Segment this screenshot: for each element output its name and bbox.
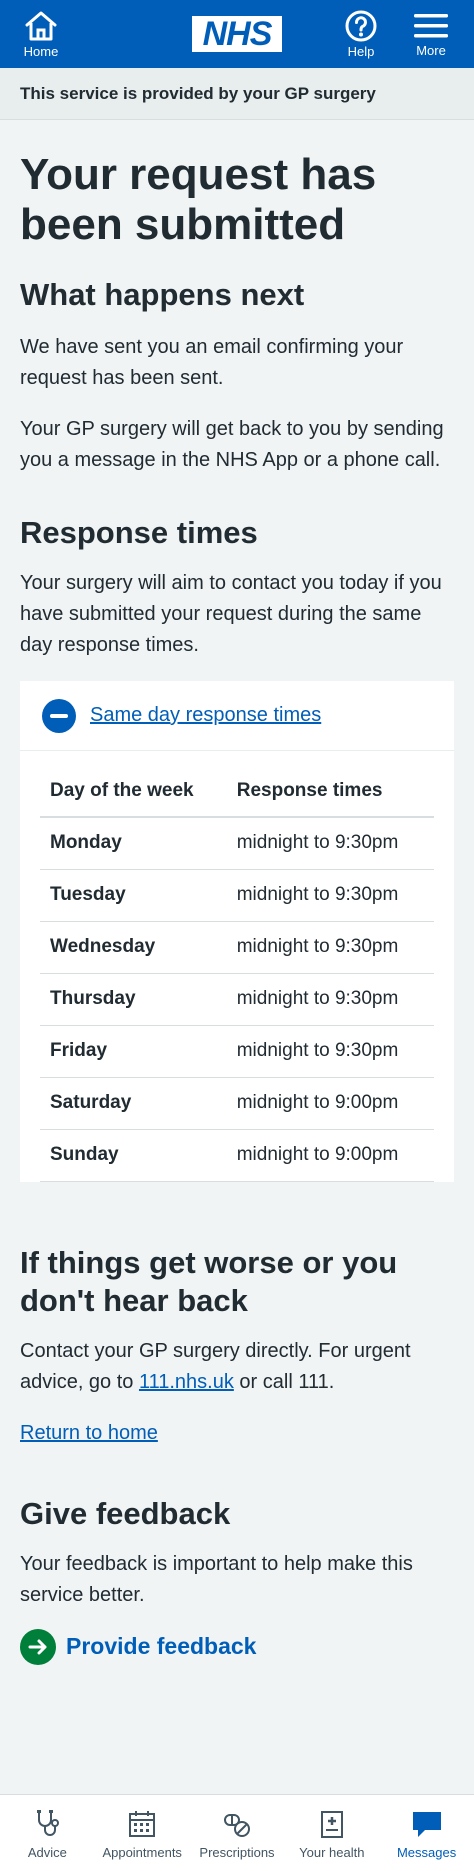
collapse-icon [42,698,76,733]
day-cell: Tuesday [40,869,227,922]
things-get-worse-heading: If things get worse or you don't hear ba… [20,1244,398,1318]
urgent-advice-text: Contact your GP surgery directly. For ur… [20,1336,454,1398]
table-header-row: Day of the week Response times [40,765,434,818]
table-row: Tuesday midnight to 9:30pm [40,869,434,922]
menu-icon [414,13,448,37]
nav-prescriptions-label: Prescriptions [199,1845,275,1860]
nav-appointments[interactable]: Appointments [97,1809,187,1860]
nav-advice-label: Advice [27,1845,67,1860]
page-title: Your request has been submitted [20,150,377,249]
day-cell: Sunday [40,1129,227,1182]
response-times-table: Day of the week Response times Monday mid… [40,765,434,1182]
time-cell: midnight to 9:30pm [226,973,434,1026]
arrow-right-icon [20,1628,56,1665]
same-day-response-times-link[interactable]: Same day response times [90,704,321,727]
pills-icon [223,1814,250,1837]
day-cell: Saturday [40,1077,227,1130]
what-happens-next-heading: What happens next [20,277,305,312]
time-cell: midnight to 9:30pm [226,921,434,974]
urgent-advice-text-end: or call 111. [233,1370,335,1393]
table-row: Wednesday midnight to 9:30pm [40,921,434,974]
email-confirmation-text: We have sent you an email confirming you… [20,336,404,389]
give-feedback-heading: Give feedback [20,1495,231,1531]
table-row: Saturday midnight to 9:00pm [40,1077,434,1130]
day-cell: Thursday [40,973,227,1026]
feedback-text: Your feedback is important to help make … [20,1552,413,1606]
nav-appointments-label: Appointments [102,1845,182,1860]
home-button[interactable]: Home [16,10,66,59]
help-icon [345,10,377,41]
details-summary[interactable]: Same day response times [20,681,454,751]
response-times-details: Same day response times Day of the week … [20,681,454,1182]
response-times-heading: Response times [20,515,258,550]
nhs-logo: NHS [192,16,282,52]
nav-advice[interactable]: Advice [2,1809,92,1860]
table-row: Friday midnight to 9:30pm [40,1025,434,1078]
health-record-icon [320,1811,343,1838]
messages-icon [412,1812,441,1837]
main-content: Your request has been submitted What hap… [0,150,474,661]
time-cell: midnight to 9:30pm [226,869,434,922]
nav-prescriptions[interactable]: Prescriptions [192,1809,282,1860]
app-header: Home NHS Help More [0,0,474,68]
day-cell: Wednesday [40,921,227,974]
stethoscope-icon [37,1810,60,1836]
day-cell: Friday [40,1025,227,1078]
column-header-day: Day of the week [40,765,227,818]
nav-messages[interactable]: Messages [382,1809,472,1860]
service-provider-banner: This service is provided by your GP surg… [0,68,474,120]
home-label: Home [23,43,59,59]
home-icon [25,11,57,40]
more-button[interactable]: More [406,11,456,58]
bottom-navigation: Advice Appointments Prescriptions Your h… [0,1794,474,1871]
day-cell: Monday [40,817,227,870]
nhs-111-link[interactable]: 111.nhs.uk [139,1371,234,1393]
time-cell: midnight to 9:30pm [226,817,434,870]
nav-messages-label: Messages [396,1845,457,1860]
table-row: Monday midnight to 9:30pm [40,817,434,870]
column-header-times: Response times [226,765,434,818]
time-cell: midnight to 9:00pm [226,1129,434,1182]
time-cell: midnight to 9:30pm [226,1025,434,1078]
calendar-icon [129,1811,156,1837]
time-cell: midnight to 9:00pm [226,1077,434,1130]
help-button[interactable]: Help [336,10,386,59]
return-to-home-link[interactable]: Return to home [20,1422,158,1444]
provide-feedback-link[interactable]: Provide feedback [20,1628,454,1665]
table-row: Sunday midnight to 9:00pm [40,1129,434,1182]
more-label: More [416,42,446,58]
nav-your-health-label: Your health [299,1845,365,1860]
lower-content: If things get worse or you don't hear ba… [0,1244,474,1665]
help-label: Help [347,43,375,59]
response-times-intro: Your surgery will aim to contact you tod… [20,572,442,656]
nav-your-health[interactable]: Your health [287,1809,377,1860]
provide-feedback-label: Provide feedback [66,1633,257,1659]
table-row: Thursday midnight to 9:30pm [40,973,434,1026]
gp-response-text: Your GP surgery will get back to you by … [20,418,444,471]
